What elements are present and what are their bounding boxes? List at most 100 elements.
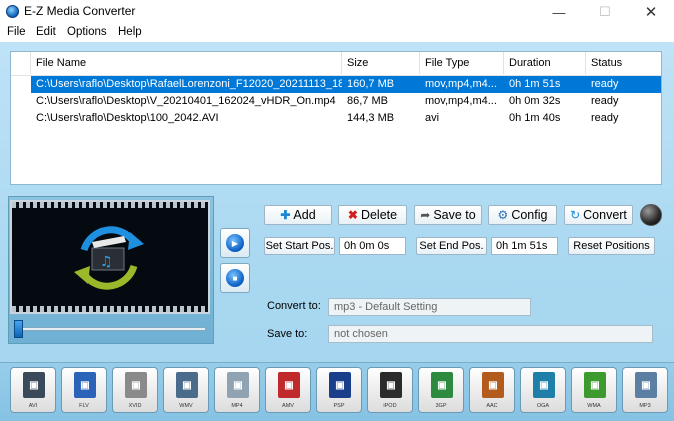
format-wmv-icon: ▣ bbox=[176, 372, 198, 398]
status-indicator-icon bbox=[640, 204, 662, 226]
menu-help[interactable]: Help bbox=[118, 26, 142, 38]
row-gutter bbox=[11, 76, 31, 93]
convert-to-field[interactable]: mp3 - Default Setting bbox=[328, 298, 531, 316]
seek-track[interactable] bbox=[18, 327, 206, 331]
set-end-position-button[interactable]: Set End Pos. bbox=[416, 237, 487, 255]
cell-size: 86,7 MB bbox=[347, 95, 388, 107]
format-mp3-icon: ▣ bbox=[635, 372, 657, 398]
set-start-position-button[interactable]: Set Start Pos. bbox=[264, 237, 335, 255]
delete-label: Delete bbox=[360, 208, 398, 222]
column-header-file-name[interactable]: File Name bbox=[31, 52, 342, 74]
media-logo-icon: ♫ bbox=[74, 226, 144, 290]
list-header: File Name Size File Type Duration Status bbox=[11, 52, 661, 76]
format-button-mp3[interactable]: ▣ MP3 bbox=[622, 367, 668, 413]
format-button-aac[interactable]: ▣ AAC bbox=[469, 367, 515, 413]
delete-button[interactable]: ✖ Delete bbox=[338, 205, 407, 225]
format-button-ipod[interactable]: ▣ iPOD bbox=[367, 367, 413, 413]
format-wma-icon: ▣ bbox=[584, 372, 606, 398]
video-preview: ♫ bbox=[10, 200, 210, 314]
format-button-avi[interactable]: ▣ AVI bbox=[10, 367, 56, 413]
gear-icon: ⚙ bbox=[497, 208, 509, 222]
row-gutter bbox=[11, 93, 31, 110]
cell-status: ready bbox=[591, 112, 619, 124]
save-to-field[interactable]: not chosen bbox=[328, 325, 653, 343]
header-gutter bbox=[11, 52, 31, 74]
table-row[interactable]: C:\Users\raflo\Desktop\100_2042.AVI 144,… bbox=[11, 110, 661, 127]
format-button-xvid[interactable]: ▣ XVID bbox=[112, 367, 158, 413]
save-to-button[interactable]: ➦ Save to bbox=[414, 205, 482, 225]
format-avi-icon: ▣ bbox=[23, 372, 45, 398]
file-list[interactable]: File Name Size File Type Duration Status… bbox=[10, 51, 662, 185]
start-time-field[interactable]: 0h 0m 0s bbox=[339, 237, 406, 255]
column-header-status[interactable]: Status bbox=[586, 52, 661, 74]
cell-duration: 0h 1m 40s bbox=[509, 112, 561, 124]
format-label: 3GP bbox=[435, 403, 447, 409]
maximize-button[interactable]: ☐ bbox=[582, 0, 628, 24]
close-button[interactable]: ✕ bbox=[628, 0, 674, 24]
cell-file-name: C:\Users\raflo\Desktop\100_2042.AVI bbox=[36, 112, 219, 124]
format-label: iPOD bbox=[383, 403, 397, 409]
save-to-path-label: Save to: bbox=[267, 328, 308, 340]
reset-positions-button[interactable]: Reset Positions bbox=[568, 237, 655, 255]
format-button-wma[interactable]: ▣ WMA bbox=[571, 367, 617, 413]
seek-slider-handle[interactable] bbox=[14, 320, 23, 338]
format-label: AAC bbox=[486, 403, 498, 409]
format-label: AVI bbox=[28, 403, 38, 409]
format-button-flv[interactable]: ▣ FLV bbox=[61, 367, 107, 413]
convert-to-label: Convert to: bbox=[267, 300, 321, 312]
menu-bar: File Edit Options Help bbox=[0, 24, 674, 42]
menu-options[interactable]: Options bbox=[67, 26, 107, 38]
column-header-duration[interactable]: Duration bbox=[504, 52, 586, 74]
column-header-size[interactable]: Size bbox=[342, 52, 420, 74]
cell-file-type: avi bbox=[425, 112, 440, 124]
cell-status: ready bbox=[591, 95, 619, 107]
stop-button[interactable]: ■ bbox=[220, 263, 250, 293]
stop-icon: ■ bbox=[226, 269, 244, 287]
format-label: WMA bbox=[587, 403, 601, 409]
format-button-oga[interactable]: ▣ OGA bbox=[520, 367, 566, 413]
format-oga-icon: ▣ bbox=[533, 372, 555, 398]
cell-size: 144,3 MB bbox=[347, 112, 395, 124]
cell-file-name: C:\Users\raflo\Desktop\RafaelLorenzoni_F… bbox=[36, 78, 342, 90]
convert-label: Convert bbox=[583, 208, 627, 222]
play-button[interactable]: ▶ bbox=[220, 228, 250, 258]
play-icon: ▶ bbox=[226, 234, 244, 252]
convert-button[interactable]: ↻ Convert bbox=[564, 205, 633, 225]
format-ipod-icon: ▣ bbox=[380, 372, 402, 398]
delete-x-icon: ✖ bbox=[347, 208, 358, 222]
add-label: Add bbox=[293, 208, 316, 222]
add-button[interactable]: ✚ Add bbox=[264, 205, 332, 225]
format-button-mp4[interactable]: ▣ MP4 bbox=[214, 367, 260, 413]
format-amv-icon: ▣ bbox=[278, 372, 300, 398]
plus-icon: ✚ bbox=[280, 208, 291, 222]
table-row[interactable]: C:\Users\raflo\Desktop\V_20210401_162024… bbox=[11, 93, 661, 110]
save-arrow-icon: ➦ bbox=[420, 208, 431, 222]
svg-text:♫: ♫ bbox=[100, 254, 113, 270]
format-label: PSP bbox=[333, 403, 345, 409]
format-label: MP4 bbox=[231, 403, 243, 409]
cell-file-type: mov,mp4,m4... bbox=[425, 95, 497, 107]
format-button-wmv[interactable]: ▣ WMV bbox=[163, 367, 209, 413]
cell-file-type: mov,mp4,m4... bbox=[425, 78, 497, 90]
cell-file-name: C:\Users\raflo\Desktop\V_20210401_162024… bbox=[36, 95, 336, 107]
format-flv-icon: ▣ bbox=[74, 372, 96, 398]
app-icon bbox=[6, 5, 19, 18]
format-label: OGA bbox=[536, 403, 550, 409]
format-psp-icon: ▣ bbox=[329, 372, 351, 398]
format-button-3gp[interactable]: ▣ 3GP bbox=[418, 367, 464, 413]
column-header-file-type[interactable]: File Type bbox=[420, 52, 504, 74]
refresh-icon: ↻ bbox=[570, 208, 581, 222]
table-row[interactable]: C:\Users\raflo\Desktop\RafaelLorenzoni_F… bbox=[11, 76, 661, 93]
end-time-field[interactable]: 0h 1m 51s bbox=[491, 237, 558, 255]
menu-file[interactable]: File bbox=[7, 26, 26, 38]
format-label: XVID bbox=[128, 403, 142, 409]
format-button-amv[interactable]: ▣ AMV bbox=[265, 367, 311, 413]
format-label: FLV bbox=[79, 403, 89, 409]
minimize-button[interactable]: — bbox=[536, 0, 582, 24]
row-gutter bbox=[11, 110, 31, 127]
format-button-psp[interactable]: ▣ PSP bbox=[316, 367, 362, 413]
format-label: AMV bbox=[282, 403, 294, 409]
menu-edit[interactable]: Edit bbox=[36, 26, 56, 38]
cell-duration: 0h 0m 32s bbox=[509, 95, 561, 107]
config-button[interactable]: ⚙ Config bbox=[488, 205, 557, 225]
